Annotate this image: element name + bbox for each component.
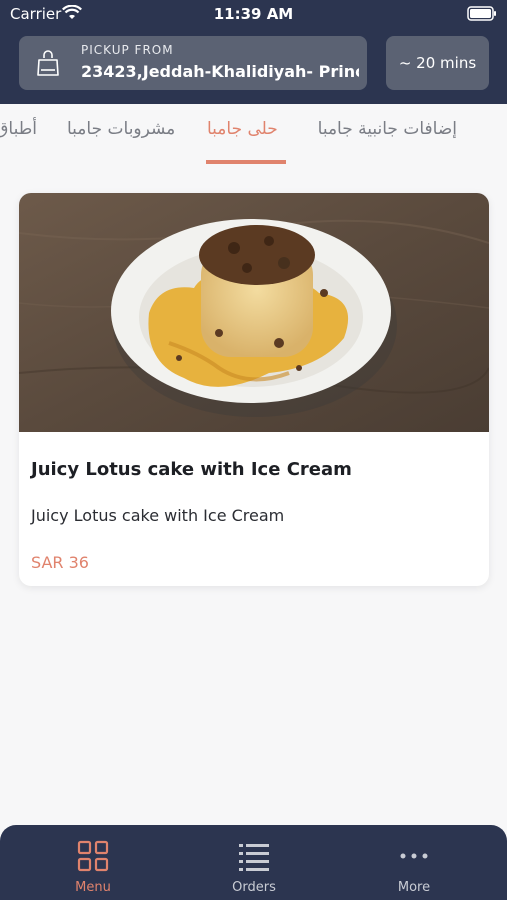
product-card[interactable]: Juicy Lotus cake with Ice Cream Juicy Lo… (19, 193, 489, 586)
nav-orders-label: Orders (232, 880, 276, 895)
battery-icon (467, 6, 496, 21)
active-tab-indicator (206, 160, 286, 164)
status-time: 11:39 AM (213, 5, 294, 23)
tab-drinks[interactable]: مشروبات جامبا (67, 119, 175, 139)
pickup-address: 23423,Jeddah-Khalidiyah- Princ... (81, 62, 359, 81)
nav-more[interactable]: More (354, 825, 474, 900)
product-image (19, 193, 489, 432)
nav-more-label: More (397, 880, 431, 895)
pickup-label: PICKUP FROM (81, 43, 174, 57)
status-bar: Carrier 11:39 AM (0, 0, 507, 28)
nav-orders[interactable]: Orders (194, 825, 314, 900)
tab-sides[interactable]: إضافات جانبية جامبا (318, 119, 457, 139)
eta-label: ~ 20 mins (398, 54, 477, 72)
nav-menu-label: Menu (75, 880, 111, 895)
list-icon (239, 844, 269, 871)
product-description: Juicy Lotus cake with Ice Cream (31, 506, 285, 525)
bottom-tab-bar: Menu Orders More (0, 825, 507, 900)
product-price: SAR 36 (31, 553, 89, 572)
nav-menu[interactable]: Menu (33, 825, 153, 900)
more-dots-icon (400, 853, 428, 859)
pickup-location-selector[interactable]: PICKUP FROM 23423,Jeddah-Khalidiyah- Pri… (19, 36, 367, 90)
tab-desserts[interactable]: حلى جامبا (207, 119, 278, 139)
tab-dishes[interactable]: أطباق (0, 119, 37, 139)
product-title: Juicy Lotus cake with Ice Cream (31, 459, 352, 480)
app-header: Carrier 11:39 AM PICKUP FROM 23423,Jedda… (0, 0, 507, 104)
shopping-bag-icon (37, 50, 59, 76)
eta-button[interactable]: ~ 20 mins (386, 36, 489, 90)
category-tabs: إضافات جانبية جامبا حلى جامبا مشروبات جا… (0, 104, 507, 166)
grid-icon (77, 840, 109, 872)
